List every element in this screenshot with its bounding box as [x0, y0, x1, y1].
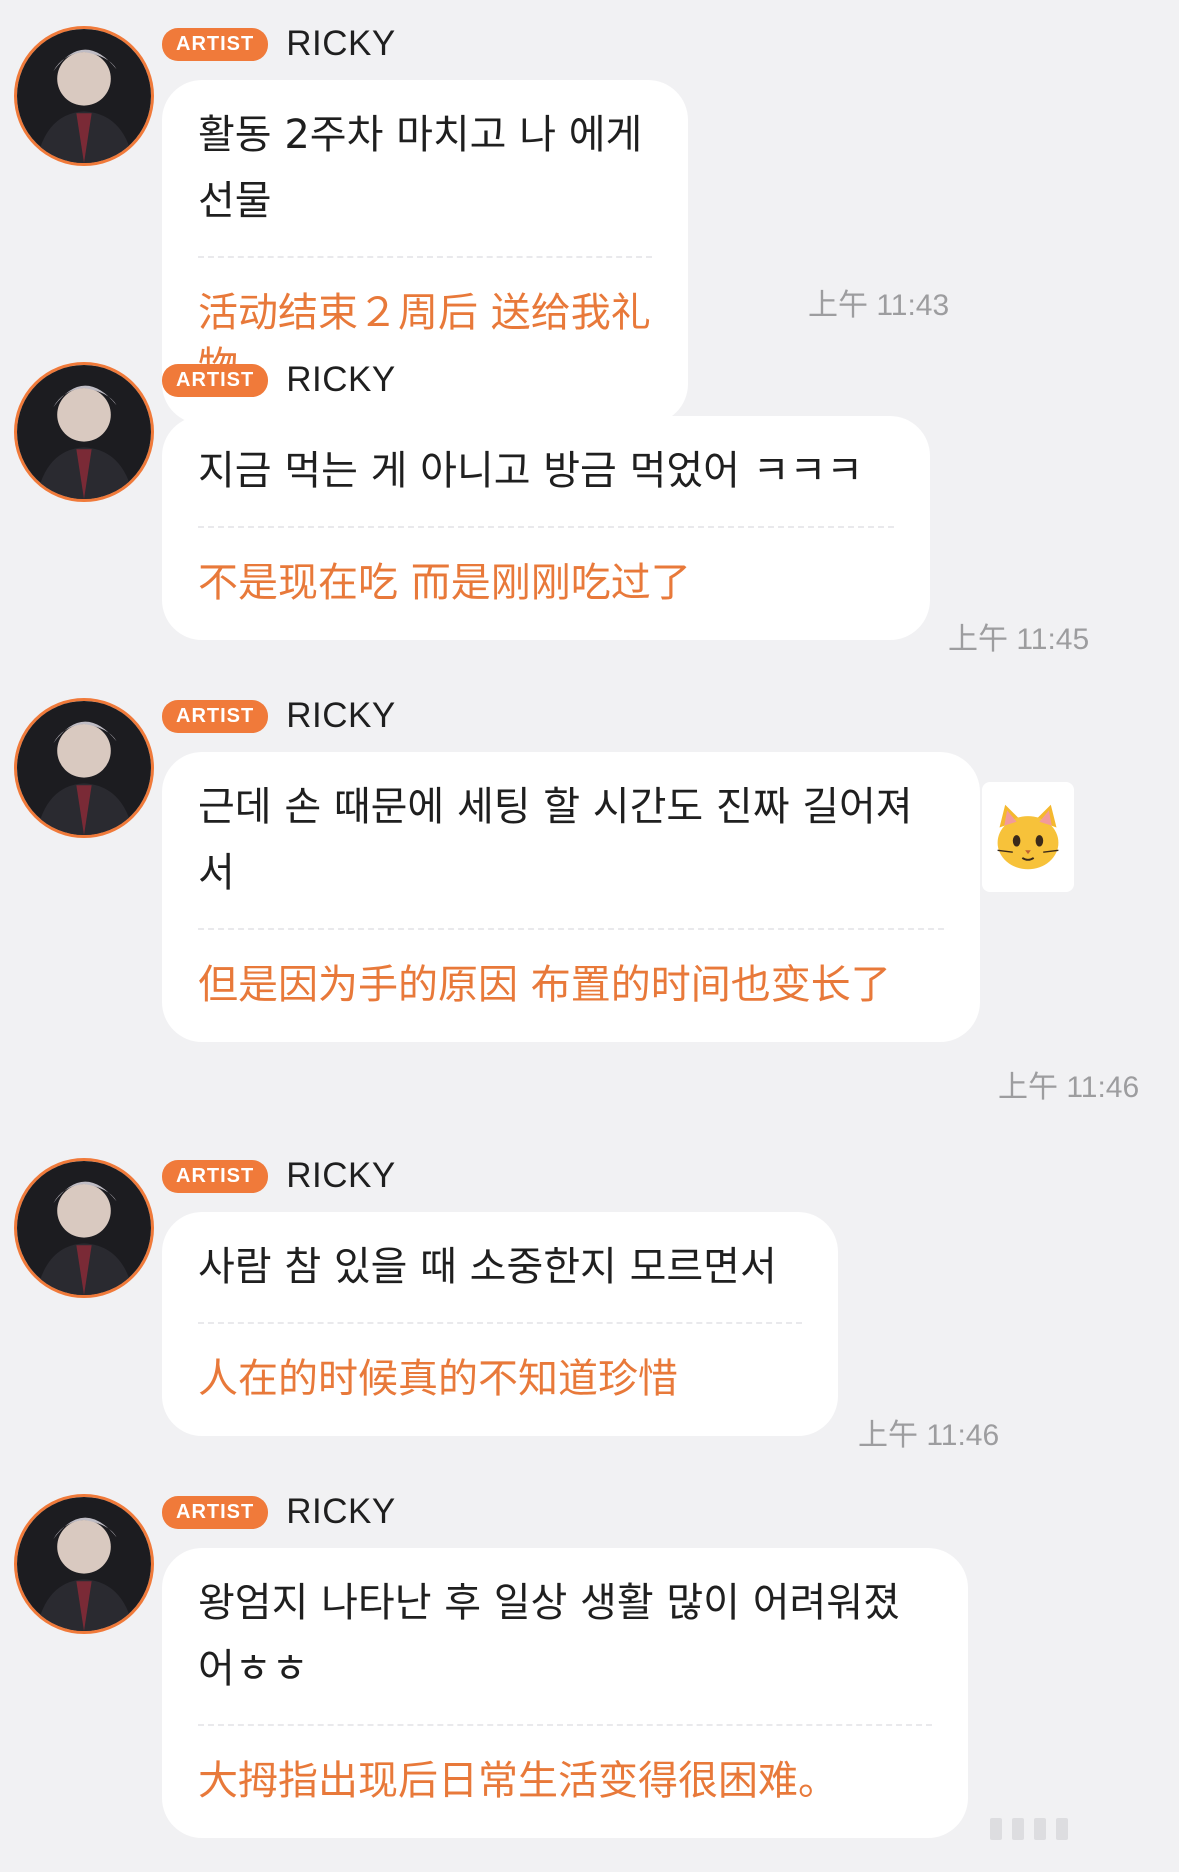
timestamp: 上午 11:45 [948, 623, 1090, 656]
avatar[interactable] [14, 1494, 154, 1634]
chinese-translation: 人在的时候真的不知道珍惜 [198, 1356, 678, 1402]
avatar[interactable] [14, 698, 154, 838]
message-bubble[interactable]: 왕엄지 나타난 후 일상 생활 많이 어려워졌어ㅎㅎ 大拇指出现后日常生活变得很… [162, 1548, 968, 1838]
artist-badge: ARTIST [162, 363, 269, 397]
sender-name: RICKY [286, 696, 396, 735]
timestamp: 上午 11:46 [858, 1419, 1000, 1452]
sender-name: RICKY [286, 1492, 396, 1531]
artist-badge: ARTIST [162, 1495, 269, 1529]
cat-face-icon [997, 804, 1059, 870]
chinese-translation: 不是现在吃 而是刚刚吃过了 [198, 560, 691, 606]
sender-name: RICKY [286, 1156, 396, 1195]
watermark [990, 1818, 1068, 1840]
sender-name: RICKY [286, 360, 396, 399]
artist-badge: ARTIST [162, 699, 269, 733]
chinese-translation: 大拇指出现后日常生活变得很困难。 [198, 1758, 838, 1804]
timestamp: 上午 11:43 [808, 289, 950, 322]
sender-name: RICKY [286, 24, 396, 63]
artist-badge: ARTIST [162, 27, 269, 61]
chinese-translation: 但是因为手的原因 布置的时间也变长了 [198, 962, 891, 1008]
artist-badge: ARTIST [162, 1159, 269, 1193]
message-bubble[interactable]: 지금 먹는 게 아니고 방금 먹었어 ㅋㅋㅋ 不是现在吃 而是刚刚吃过了 [162, 416, 930, 640]
sticker[interactable] [982, 782, 1074, 892]
avatar[interactable] [14, 1158, 154, 1298]
korean-text: 사람 참 있을 때 소중한지 모르면서 [198, 1212, 802, 1324]
message-bubble[interactable]: 사람 참 있을 때 소중한지 모르면서 人在的时候真的不知道珍惜 [162, 1212, 838, 1436]
avatar[interactable] [14, 362, 154, 502]
timestamp: 上午 11:46 [998, 1071, 1140, 1104]
message-bubble[interactable]: 근데 손 때문에 세팅 할 시간도 진짜 길어져서 但是因为手的原因 布置的时间… [162, 752, 980, 1042]
korean-text: 지금 먹는 게 아니고 방금 먹었어 ㅋㅋㅋ [198, 416, 894, 528]
korean-text: 근데 손 때문에 세팅 할 시간도 진짜 길어져서 [198, 752, 944, 930]
korean-text: 활동 2주차 마치고 나 에게 선물 [198, 80, 652, 258]
avatar[interactable] [14, 26, 154, 166]
korean-text: 왕엄지 나타난 후 일상 생활 많이 어려워졌어ㅎㅎ [198, 1548, 932, 1726]
